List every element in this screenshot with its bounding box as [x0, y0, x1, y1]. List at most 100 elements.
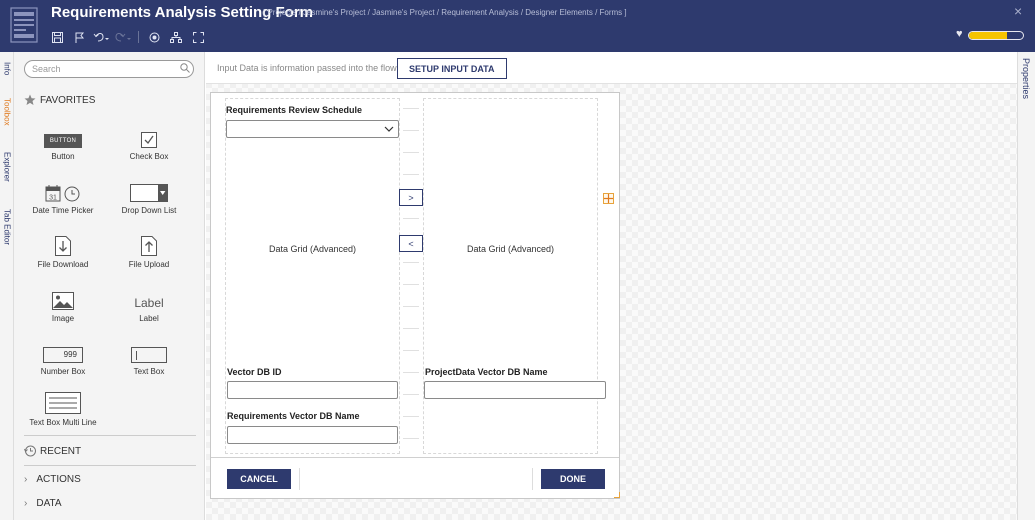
undo-icon[interactable] [90, 28, 112, 46]
chevron-right-icon: › [24, 498, 28, 509]
toolbox-item-file-download[interactable]: File Download [20, 234, 106, 269]
header-toolbar [46, 28, 209, 46]
recent-label: RECENT [40, 445, 82, 457]
gutter-tick [403, 372, 419, 373]
right-column: Data Grid (Advanced) ProjectData Vector … [423, 98, 606, 454]
tree-item-label: DATA [36, 498, 62, 509]
gutter-tick [403, 416, 419, 417]
move-right-button[interactable]: > [399, 189, 423, 206]
left-data-grid[interactable]: Data Grid (Advanced) [226, 244, 399, 254]
move-left-button[interactable]: < [399, 235, 423, 252]
progress-fill [969, 32, 1007, 39]
search-input[interactable] [24, 60, 194, 78]
check-box-icon [141, 132, 157, 148]
toolbox-item-label: Drop Down List [121, 206, 177, 215]
requirements-review-schedule-dropdown[interactable] [226, 120, 399, 138]
close-icon[interactable]: × [1014, 3, 1022, 19]
toolbox-item-label: Check Box [129, 152, 169, 161]
toolbox-item-image[interactable]: Image [20, 288, 106, 323]
requirements-vector-db-name-label: Requirements Vector DB Name [227, 411, 360, 421]
star-icon [24, 94, 36, 105]
section-divider [24, 465, 196, 466]
properties-strip: Properties [1017, 52, 1035, 520]
toolbox-item-label: Text Box Multi Line [29, 418, 97, 427]
chevron-right-icon: › [24, 474, 28, 485]
tab-toolbox[interactable]: Toolbox [0, 98, 14, 126]
date-time-picker-icon: 31 [20, 180, 106, 202]
tab-tab-editor[interactable]: Tab Editor [0, 209, 14, 245]
breadcrumb: [ Projects / Jasmine's Project / Jasmine… [263, 8, 627, 17]
left-column: Requirements Review Schedule Data Grid (… [225, 98, 400, 454]
footer-spacer [299, 468, 533, 490]
gutter-tick [403, 174, 419, 175]
toolbar-separator [138, 31, 139, 43]
toolbox-item-text-box-multi-line[interactable]: Text Box Multi Line [20, 392, 106, 427]
text-box-icon [131, 347, 167, 363]
toolbox-panel: FAVORITES BUTTON Button Check Box 31 Dat… [14, 52, 205, 520]
file-upload-icon [106, 234, 192, 256]
button-icon: BUTTON [43, 134, 83, 148]
tab-properties[interactable]: Properties [1021, 58, 1031, 99]
favorites-header[interactable]: FAVORITES [24, 94, 95, 106]
toolbox-item-file-upload[interactable]: File Upload [106, 234, 192, 269]
toolbox-item-button[interactable]: BUTTON Button [20, 126, 106, 161]
dropdown-label: Requirements Review Schedule [226, 105, 363, 115]
tab-info[interactable]: Info [0, 62, 14, 75]
toolbox-item-label: Button [51, 152, 75, 161]
projectdata-vector-db-name-input[interactable] [424, 381, 606, 399]
left-tab-strip: Info Toolbox Explorer Tab Editor [0, 52, 14, 520]
right-data-grid[interactable]: Data Grid (Advanced) [424, 244, 597, 254]
gutter-tick [403, 108, 419, 109]
vector-db-id-label: Vector DB ID [227, 367, 282, 377]
gutter-tick [403, 218, 419, 219]
toolbox-item-label-control[interactable]: Label Label [106, 288, 192, 323]
gutter-tick [403, 438, 419, 439]
toolbox-item-label: File Upload [128, 260, 170, 269]
move-handle-icon[interactable] [603, 193, 614, 204]
gutter-tick [403, 394, 419, 395]
save-icon[interactable] [46, 28, 68, 46]
cancel-button[interactable]: CANCEL [227, 469, 291, 489]
gutter-tick [403, 262, 419, 263]
image-icon [20, 288, 106, 310]
favorites-label: FAVORITES [40, 94, 96, 106]
expand-icon[interactable] [187, 28, 209, 46]
toolbox-item-label: Date Time Picker [32, 206, 94, 215]
gutter-tick [403, 130, 419, 131]
heart-icon: ♥ [956, 28, 963, 40]
drop-down-list-icon [106, 180, 192, 202]
recent-header[interactable]: RECENT [24, 445, 81, 457]
gutter-tick [403, 284, 419, 285]
gutter-tick [403, 152, 419, 153]
tab-explorer[interactable]: Explorer [0, 152, 14, 182]
toolbox-item-number-box[interactable]: 999 Number Box [20, 341, 106, 376]
tree-item-data[interactable]: › DATA [24, 498, 62, 509]
toolbox-item-date-time-picker[interactable]: 31 Date Time Picker [20, 180, 106, 215]
gutter-tick [403, 306, 419, 307]
gutter-tick [403, 350, 419, 351]
label-icon: Label [134, 296, 164, 310]
setup-input-data-button[interactable]: SETUP INPUT DATA [397, 58, 507, 79]
done-button[interactable]: DONE [541, 469, 605, 489]
redo-icon[interactable] [112, 28, 134, 46]
health-progress-bar [968, 31, 1024, 40]
resize-handle[interactable] [614, 492, 620, 498]
toolbox-item-check-box[interactable]: Check Box [106, 126, 192, 161]
vector-db-id-input[interactable] [227, 381, 398, 399]
hierarchy-icon[interactable] [165, 28, 187, 46]
view-icon[interactable] [143, 28, 165, 46]
search-icon [180, 63, 190, 73]
requirements-vector-db-name-input[interactable] [227, 426, 398, 444]
tree-item-actions[interactable]: › ACTIONS [24, 474, 81, 485]
toolbox-item-text-box[interactable]: Text Box [106, 341, 192, 376]
toolbox-item-drop-down-list[interactable]: Drop Down List [106, 180, 192, 215]
toolbox-item-label: Number Box [40, 367, 86, 376]
flag-icon[interactable] [68, 28, 90, 46]
file-download-icon [20, 234, 106, 256]
section-divider [24, 435, 196, 436]
toolbox-item-label: Image [51, 314, 75, 323]
toolbox-item-label: Label [139, 314, 159, 323]
chevron-down-icon [384, 126, 394, 132]
input-data-info: Input Data is information passed into th… [217, 63, 397, 73]
form-footer: CANCEL DONE [211, 457, 619, 498]
